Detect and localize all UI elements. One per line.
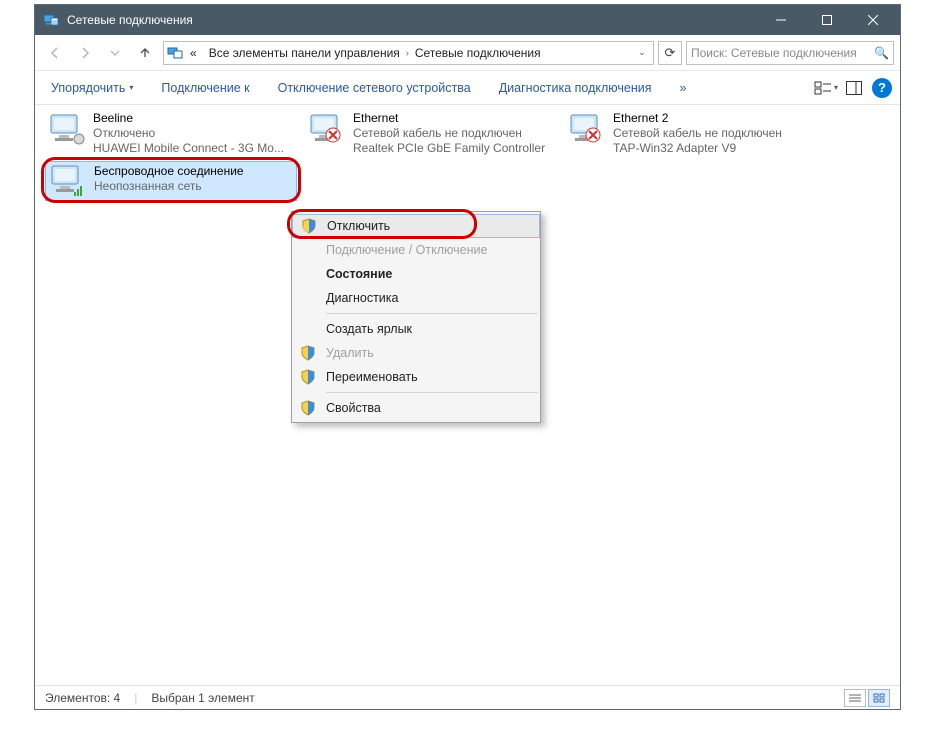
refresh-button[interactable]: ⟳ (658, 41, 682, 65)
view-details-button[interactable] (844, 689, 866, 707)
item-device: TAP-Win32 Adapter V9 (613, 141, 782, 156)
ctx-label: Состояние (326, 267, 392, 281)
preview-pane-button[interactable] (840, 76, 868, 100)
network-item-ethernet2[interactable]: Ethernet 2 Сетевой кабель не подключен T… (565, 109, 817, 157)
shield-icon (300, 369, 316, 385)
cmd-disable-device[interactable]: Отключение сетевого устройства (270, 77, 479, 99)
separator (326, 313, 538, 314)
shield-icon (300, 400, 316, 416)
connection-icon (48, 164, 88, 202)
ctx-diagnostics[interactable]: Диагностика (292, 286, 540, 310)
status-items-count: Элементов: 4 (45, 691, 120, 705)
ctx-label: Подключение / Отключение (326, 243, 487, 257)
separator (326, 392, 538, 393)
close-button[interactable] (850, 5, 896, 35)
status-selected: Выбран 1 элемент (151, 691, 254, 705)
search-placeholder: Поиск: Сетевые подключения (691, 46, 857, 60)
breadcrumb-seg-1[interactable]: Все элементы панели управления (203, 44, 406, 62)
connection-icon (47, 111, 87, 149)
shield-icon (300, 345, 316, 361)
address-bar-row: « Все элементы панели управления › Сетев… (35, 35, 900, 71)
status-bar: Элементов: 4 | Выбран 1 элемент (35, 685, 900, 709)
breadcrumb-prefix: « (184, 44, 203, 62)
context-menu: Отключить Подключение / Отключение Состо… (291, 211, 541, 423)
nav-recent-button[interactable] (101, 39, 129, 67)
content-area: Beeline Отключено HUAWEI Mobile Connect … (35, 105, 900, 685)
ctx-label: Отключить (327, 219, 390, 233)
ctx-label: Переименовать (326, 370, 418, 384)
item-title: Беспроводное соединение (94, 164, 244, 179)
cmd-organize[interactable]: Упорядочить▾ (43, 77, 141, 99)
ctx-disable[interactable]: Отключить (292, 214, 540, 238)
search-input[interactable]: Поиск: Сетевые подключения 🔍 (686, 41, 894, 65)
view-options-button[interactable]: ▾ (812, 76, 840, 100)
cmd-more[interactable]: » (672, 77, 695, 99)
connection-icon (567, 111, 607, 149)
nav-forward-button[interactable] (71, 39, 99, 67)
command-bar: Упорядочить▾ Подключение к Отключение се… (35, 71, 900, 105)
ctx-connect-disconnect[interactable]: Подключение / Отключение (292, 238, 540, 262)
ctx-label: Диагностика (326, 291, 398, 305)
breadcrumb-seg-2[interactable]: Сетевые подключения (409, 44, 547, 62)
view-icons-button[interactable] (868, 689, 890, 707)
address-dropdown-button[interactable]: ⌄ (633, 47, 651, 58)
ctx-label: Удалить (326, 346, 374, 360)
app-icon (43, 12, 59, 28)
ctx-label: Свойства (326, 401, 381, 415)
ctx-delete[interactable]: Удалить (292, 341, 540, 365)
item-device: HUAWEI Mobile Connect - 3G Mo... (93, 141, 284, 156)
cmd-connect-to[interactable]: Подключение к (153, 77, 257, 99)
nav-up-button[interactable] (131, 39, 159, 67)
item-device: Realtek PCIe GbE Family Controller (353, 141, 545, 156)
help-button[interactable]: ? (872, 78, 892, 98)
item-status: Сетевой кабель не подключен (353, 126, 545, 141)
minimize-button[interactable] (758, 5, 804, 35)
network-item-ethernet[interactable]: Ethernet Сетевой кабель не подключен Rea… (305, 109, 557, 157)
ctx-label: Создать ярлык (326, 322, 412, 336)
item-status: Неопознанная сеть (94, 179, 244, 194)
title-bar: Сетевые подключения (35, 5, 900, 35)
search-icon: 🔍 (874, 46, 889, 60)
address-bar[interactable]: « Все элементы панели управления › Сетев… (163, 41, 654, 65)
window-title: Сетевые подключения (67, 13, 758, 27)
item-title: Ethernet 2 (613, 111, 782, 126)
nav-back-button[interactable] (41, 39, 69, 67)
connection-icon (307, 111, 347, 149)
shield-icon (301, 218, 317, 234)
item-title: Ethernet (353, 111, 545, 126)
address-icon (166, 45, 184, 61)
window-network-connections: Сетевые подключения « Все элементы панел… (34, 4, 901, 710)
window-controls (758, 5, 896, 35)
item-title: Beeline (93, 111, 284, 126)
ctx-status[interactable]: Состояние (292, 262, 540, 286)
item-status: Отключено (93, 126, 284, 141)
network-item-beeline[interactable]: Beeline Отключено HUAWEI Mobile Connect … (45, 109, 297, 157)
ctx-create-shortcut[interactable]: Создать ярлык (292, 317, 540, 341)
ctx-properties[interactable]: Свойства (292, 396, 540, 420)
item-status: Сетевой кабель не подключен (613, 126, 782, 141)
ctx-rename[interactable]: Переименовать (292, 365, 540, 389)
network-item-wireless[interactable]: Беспроводное соединение Неопознанная сет… (45, 161, 297, 201)
maximize-button[interactable] (804, 5, 850, 35)
cmd-diagnostics[interactable]: Диагностика подключения (491, 77, 660, 99)
